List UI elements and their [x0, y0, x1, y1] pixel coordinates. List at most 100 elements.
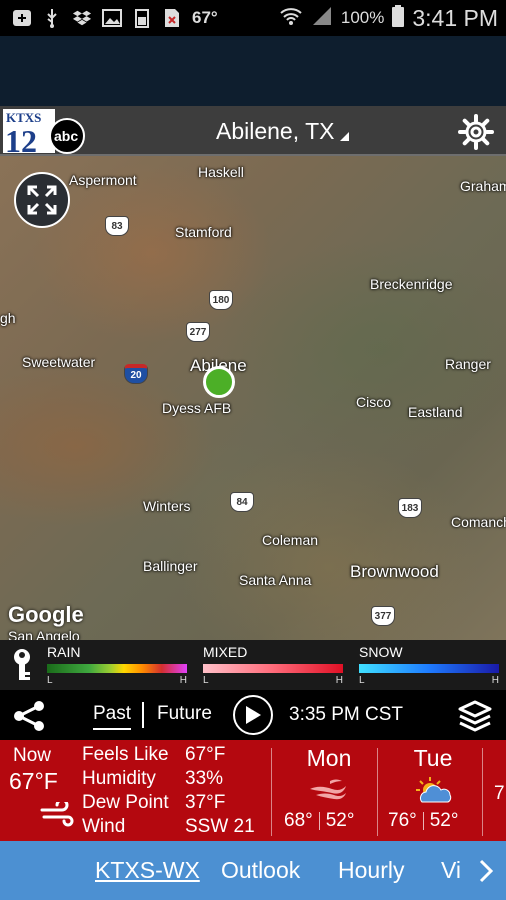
- wind-icon: [306, 775, 352, 805]
- image-icon: [102, 8, 122, 28]
- current-stats: Feels Like 67°F Humidity 33% Dew Point 3…: [82, 743, 255, 839]
- temp-separator: [422, 812, 424, 830]
- forecast-day-mon[interactable]: Mon 68° 52°: [284, 740, 374, 832]
- location-selector[interactable]: Abilene, TX: [216, 118, 350, 145]
- play-icon: [246, 706, 261, 724]
- highway-shield: 183: [398, 498, 422, 518]
- usb-icon: [42, 8, 62, 28]
- status-time: 3:41 PM: [412, 4, 498, 31]
- nav-hourly[interactable]: Hourly: [338, 857, 404, 884]
- expand-icon: [27, 185, 57, 215]
- day-temps: 76° 52°: [388, 810, 478, 832]
- settings-gear-icon[interactable]: [458, 114, 494, 150]
- divider: [482, 748, 483, 836]
- google-attribution: Google: [8, 602, 84, 627]
- signal-icon: [311, 6, 333, 31]
- status-bar: 67° 100% 3:41 PM: [0, 0, 506, 36]
- day-high: 68°: [284, 810, 313, 831]
- day-temps: 68° 52°: [284, 810, 374, 832]
- rain-high: H: [179, 675, 187, 686]
- radar-map[interactable]: Aspermont Haskell Graham Stamford Brecke…: [0, 156, 506, 640]
- logo-network: abc: [54, 128, 78, 144]
- stat-value: SSW 21: [185, 816, 255, 837]
- play-button[interactable]: [233, 695, 273, 735]
- app-header: KTXS 12 abc Abilene, TX: [0, 106, 506, 159]
- rain-legend: RAIN L H: [47, 644, 187, 686]
- stat-row: Humidity 33%: [82, 767, 255, 791]
- interstate-shield: 20: [124, 364, 148, 384]
- tab-past[interactable]: Past: [93, 703, 132, 730]
- rain-low: L: [47, 675, 53, 686]
- forecast-day-tue[interactable]: Tue 76° 52°: [388, 740, 478, 832]
- stat-value: 33%: [185, 768, 224, 789]
- share-icon[interactable]: [12, 700, 46, 732]
- partly-cloudy-icon: [410, 775, 456, 805]
- ad-band: [0, 36, 506, 106]
- day-name: Mon: [306, 745, 352, 771]
- key-icon[interactable]: [8, 648, 36, 682]
- place-label: Graham: [460, 178, 506, 194]
- place-label: Breckenridge: [370, 276, 453, 292]
- mixed-label: MIXED: [203, 644, 248, 660]
- place-label: San Angelo: [8, 628, 80, 640]
- storage-icon: [132, 8, 152, 28]
- place-label: Brownwood: [350, 562, 439, 581]
- logo-number: 12: [5, 123, 37, 155]
- wind-icon: [40, 798, 74, 828]
- stat-label: Wind: [82, 816, 126, 837]
- place-label: gh: [0, 310, 16, 326]
- day-high: 7: [494, 783, 505, 804]
- tab-divider: [142, 702, 144, 728]
- place-label: Dyess AFB: [162, 400, 232, 416]
- snow-label: SNOW: [359, 644, 403, 660]
- divider: [271, 748, 272, 836]
- radar-controls: Past Future 3:35 PM CST: [0, 690, 506, 740]
- conditions-panel[interactable]: Now 67°F Feels Like 67°F Humidity 33% De…: [0, 740, 506, 841]
- now-label: Now: [13, 745, 52, 766]
- rain-color-bar: [47, 664, 187, 673]
- highway-shield: 277: [186, 322, 210, 342]
- nav-ktxs-wx[interactable]: KTXS-WX: [95, 857, 200, 884]
- day-high: 76°: [388, 810, 417, 831]
- fullscreen-button[interactable]: [14, 172, 70, 228]
- snow-high: H: [491, 675, 499, 686]
- dropbox-icon: [72, 8, 92, 28]
- snow-low: L: [359, 675, 365, 686]
- stat-row: Wind SSW 21: [82, 815, 255, 839]
- place-label: Haskell: [198, 164, 244, 180]
- chevron-right-icon[interactable]: [476, 857, 496, 885]
- place-label: Santa Anna: [239, 572, 312, 588]
- place-label: Ballinger: [143, 558, 198, 574]
- nav-outlook[interactable]: Outlook: [221, 857, 300, 884]
- stat-row: Dew Point 37°F: [82, 791, 255, 815]
- place-label: Sweetwater: [22, 354, 96, 370]
- mixed-color-bar: [203, 664, 343, 673]
- current-temperature: 67°F: [9, 768, 58, 794]
- battery-icon: [392, 4, 405, 32]
- rain-label: RAIN: [47, 644, 81, 660]
- highway-shield: 84: [230, 492, 254, 512]
- day-temps: 7: [494, 783, 506, 805]
- snow-legend: SNOW L H: [359, 644, 499, 686]
- wifi-icon: [279, 6, 303, 31]
- snow-color-bar: [359, 664, 499, 673]
- layers-icon[interactable]: [458, 700, 492, 732]
- precip-legend: RAIN L H MIXED L H SNOW L H: [0, 640, 506, 690]
- bottom-nav: KTXS-WX Outlook Hourly Vi: [0, 841, 506, 900]
- station-logo: KTXS 12 abc: [3, 109, 87, 159]
- tab-future[interactable]: Future: [157, 703, 212, 725]
- location-label: Abilene, TX: [216, 118, 335, 144]
- status-temperature: 67°: [192, 8, 218, 27]
- place-label: Aspermont: [69, 172, 137, 188]
- forecast-day-partial[interactable]: 7: [494, 740, 506, 805]
- place-label: Winters: [143, 498, 191, 514]
- battery-percent: 100%: [340, 8, 385, 27]
- nav-video[interactable]: Vi: [441, 857, 461, 884]
- highway-shield: 83: [105, 216, 129, 236]
- place-label: Cisco: [356, 394, 392, 410]
- stat-label: Dew Point: [82, 792, 169, 813]
- radar-timestamp: 3:35 PM CST: [289, 704, 404, 725]
- place-label: Eastland: [408, 404, 463, 420]
- place-label: Stamford: [175, 224, 232, 240]
- location-marker[interactable]: [203, 366, 235, 398]
